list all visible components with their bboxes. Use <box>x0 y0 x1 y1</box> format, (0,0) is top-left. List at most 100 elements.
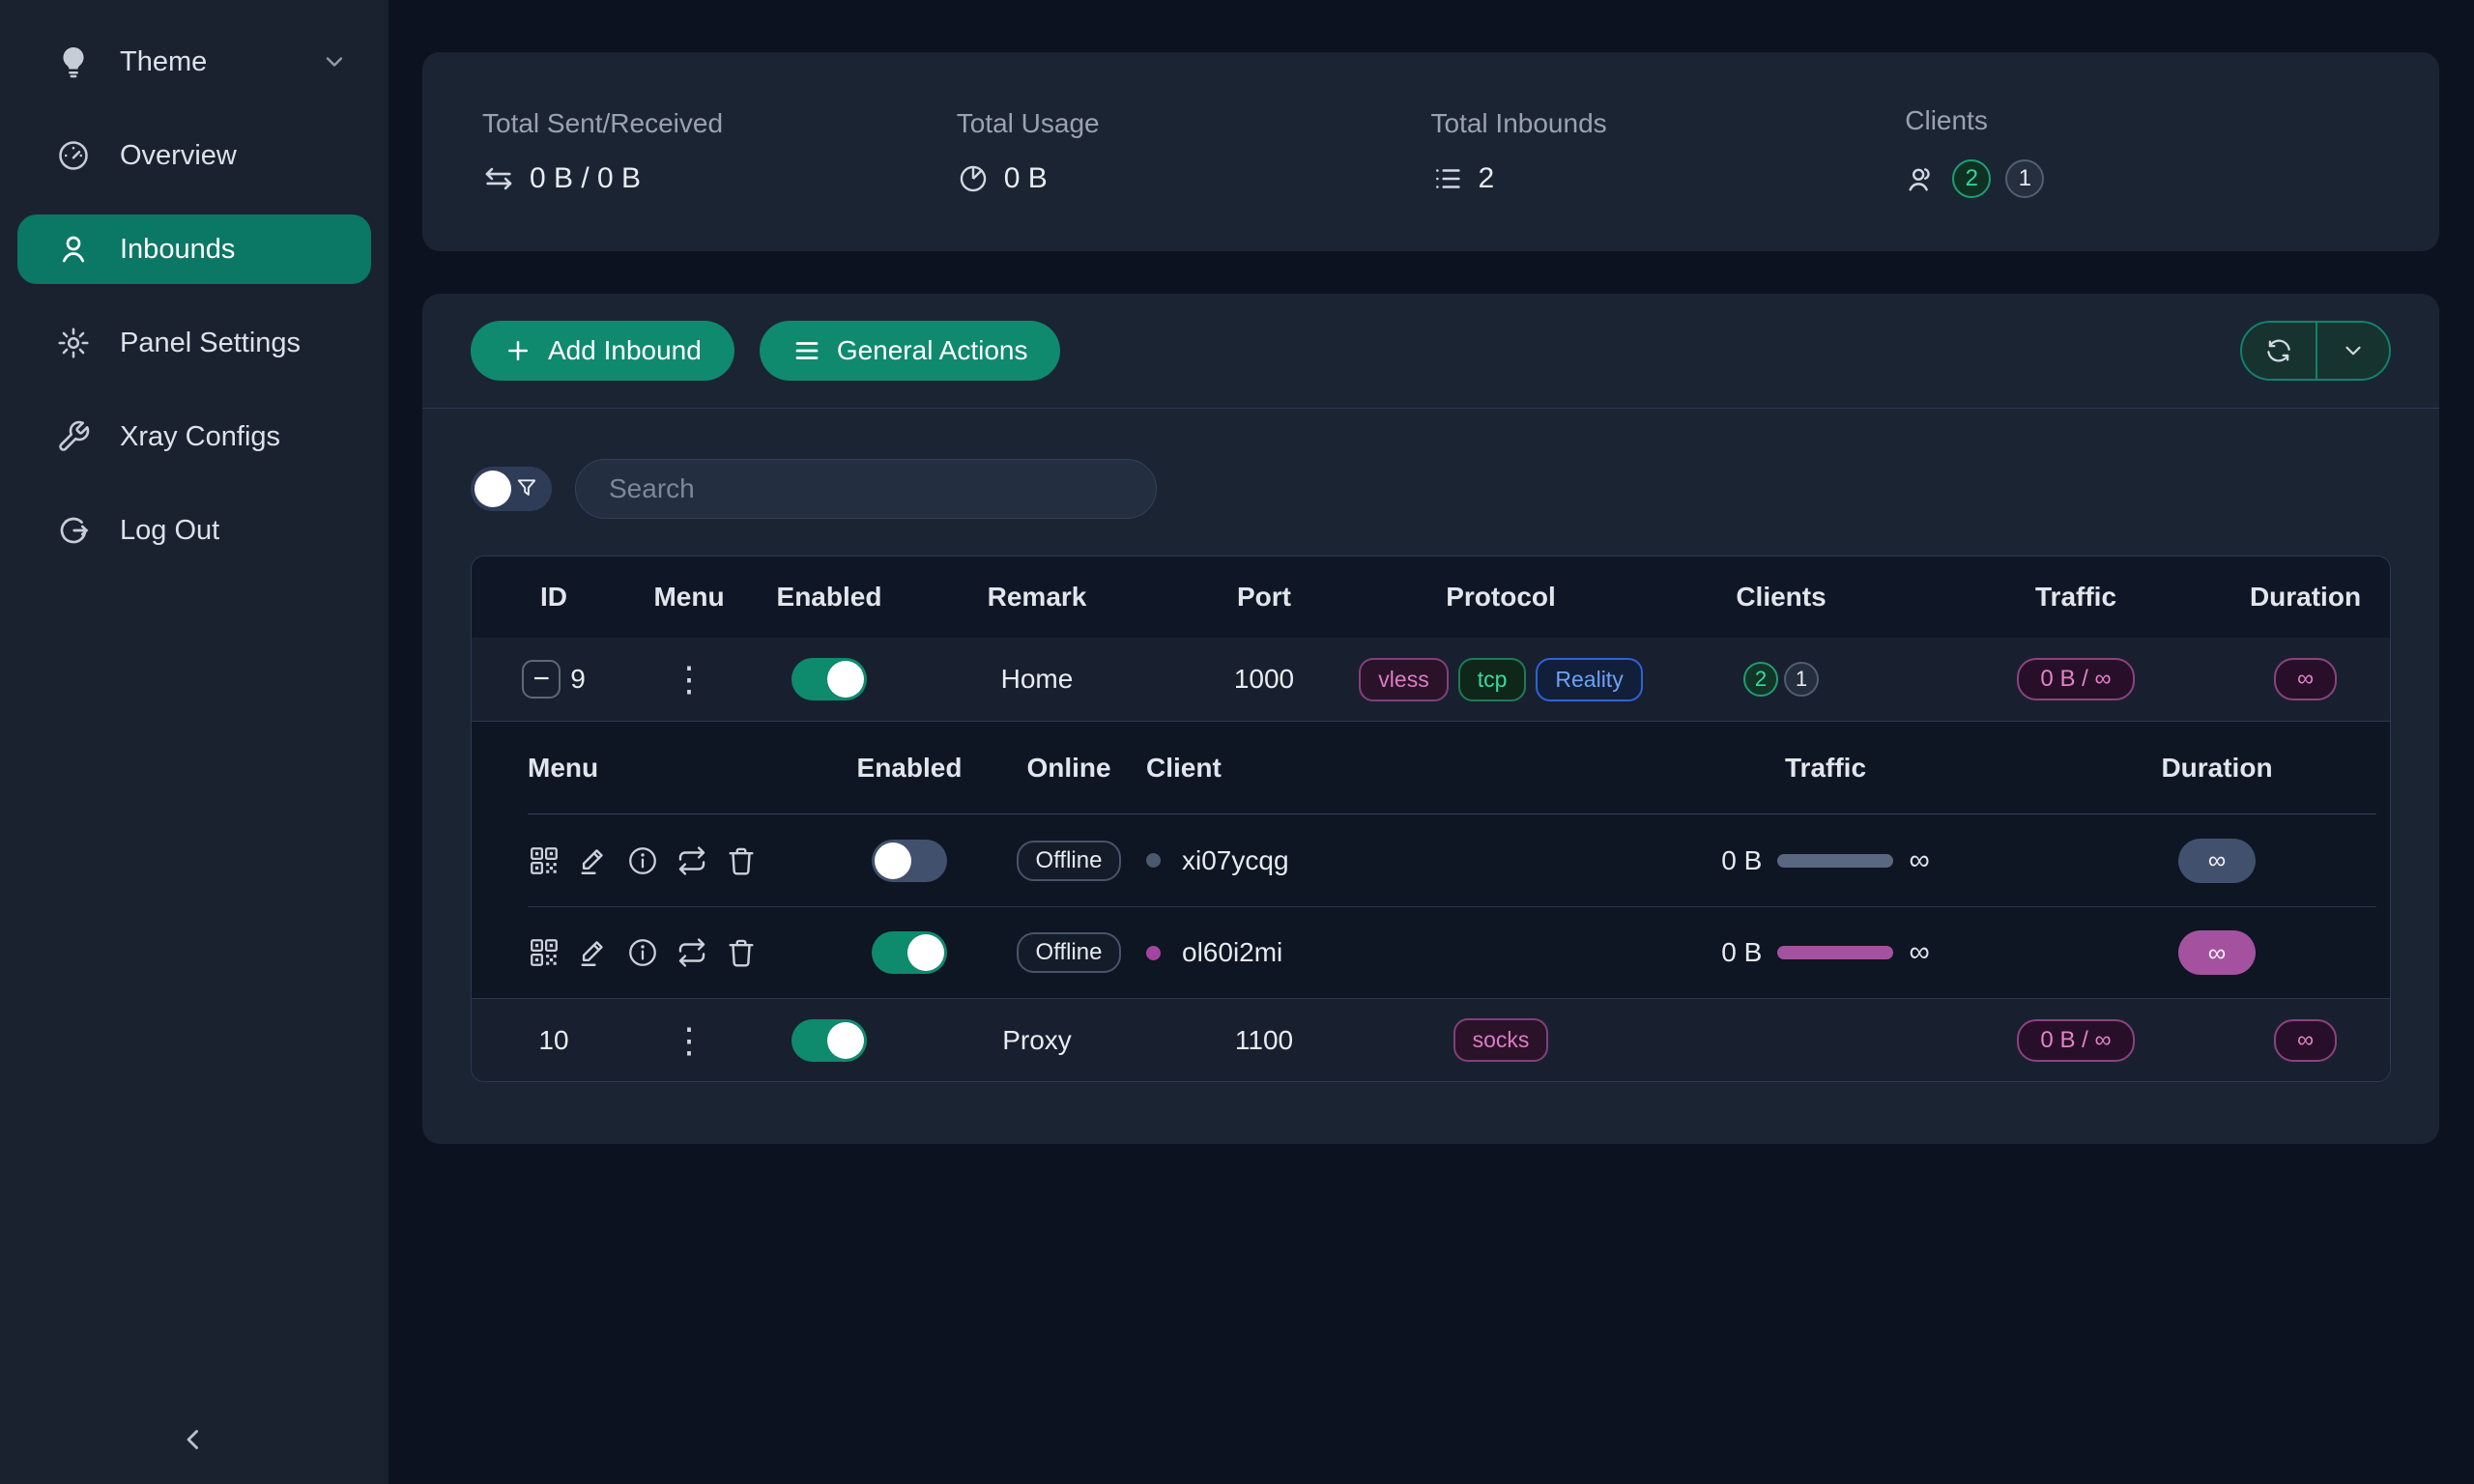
info-icon[interactable] <box>626 936 659 969</box>
sidebar-item-logout[interactable]: Log Out <box>17 496 371 565</box>
sidebar-item-label: Theme <box>120 46 207 78</box>
subcolumn-header-online: Online <box>992 753 1146 784</box>
row-traffic-pill: 0 B / ∞ <box>2017 1019 2134 1062</box>
search-row <box>422 409 2439 556</box>
edit-pencil-icon[interactable] <box>577 844 610 877</box>
sidebar-nav: Theme Overview Inbounds Panel Settings <box>0 0 388 565</box>
protocol-tag: socks <box>1453 1018 1549 1062</box>
reset-traffic-icon[interactable] <box>676 844 708 877</box>
pie-chart-icon <box>957 162 990 195</box>
sidebar-item-label: Panel Settings <box>120 328 301 359</box>
sidebar: Theme Overview Inbounds Panel Settings <box>0 0 388 1484</box>
trash-icon[interactable] <box>725 844 758 877</box>
row-remark: Proxy <box>916 1025 1158 1056</box>
row-menu-button[interactable]: ⋮ <box>672 662 706 697</box>
stat-label: Total Usage <box>957 108 1431 139</box>
users-icon <box>1905 162 1938 195</box>
stat-total-usage: Total Usage 0 B <box>957 108 1431 195</box>
stat-label: Total Inbounds <box>1431 108 1906 139</box>
stats-card: Total Sent/Received 0 B / 0 B Total Usag… <box>422 52 2439 251</box>
row-port: 1100 <box>1158 1025 1370 1056</box>
client-row: Offline xi07ycqg 0 B ∞ ∞ <box>528 814 2376 906</box>
protocol-tag: tcp <box>1458 658 1527 701</box>
list-icon <box>1431 162 1464 195</box>
clients-total-badge: 1 <box>2005 159 2044 198</box>
chevron-down-icon <box>321 48 348 75</box>
refresh-button[interactable] <box>2242 323 2316 379</box>
client-duration-pill: ∞ <box>2178 930 2256 975</box>
sidebar-item-panel-settings[interactable]: Panel Settings <box>17 308 371 378</box>
stat-total-sent-received: Total Sent/Received 0 B / 0 B <box>482 108 957 195</box>
sidebar-item-inbounds[interactable]: Inbounds <box>17 214 371 284</box>
column-header-enabled: Enabled <box>742 582 916 613</box>
table-row: − 9 ⋮ Home 1000 vless tcp Reality 2 <box>472 638 2390 721</box>
stat-label: Clients <box>1905 105 2379 136</box>
toolbar: Add Inbound General Actions <box>422 294 2439 409</box>
protocol-tag: Reality <box>1536 658 1642 701</box>
column-header-protocol: Protocol <box>1370 582 1631 613</box>
search-input[interactable] <box>575 459 1157 519</box>
client-duration-pill: ∞ <box>2178 839 2256 883</box>
row-port: 1000 <box>1158 664 1370 695</box>
client-enabled-toggle[interactable] <box>872 931 947 974</box>
row-id: 9 <box>570 664 586 695</box>
lightbulb-icon <box>56 44 91 79</box>
stat-value: 0 B / 0 B <box>530 162 641 195</box>
sidebar-item-xray-configs[interactable]: Xray Configs <box>17 402 371 471</box>
protocol-tag: vless <box>1359 658 1448 701</box>
client-enabled-toggle[interactable] <box>872 840 947 882</box>
subcolumn-header-duration: Duration <box>2057 753 2376 784</box>
edit-pencil-icon[interactable] <box>577 936 610 969</box>
refresh-dropdown-button[interactable] <box>2316 323 2389 379</box>
row-collapse-button[interactable]: − <box>522 660 561 699</box>
reset-traffic-icon[interactable] <box>676 936 708 969</box>
info-icon[interactable] <box>626 844 659 877</box>
traffic-progress-bar <box>1777 854 1893 868</box>
column-header-menu: Menu <box>636 582 742 613</box>
sidebar-item-label: Log Out <box>120 515 219 547</box>
qr-code-icon[interactable] <box>528 936 561 969</box>
row-menu-button[interactable]: ⋮ <box>672 1023 706 1058</box>
qr-code-icon[interactable] <box>528 844 561 877</box>
client-color-dot <box>1146 853 1161 868</box>
column-header-duration: Duration <box>2221 582 2390 613</box>
table-header-row: ID Menu Enabled Remark Port Protocol Cli… <box>472 556 2390 638</box>
client-row: Offline ol60i2mi 0 B ∞ ∞ <box>528 906 2376 998</box>
row-enabled-toggle[interactable] <box>791 1019 867 1062</box>
stat-value: 0 B <box>1004 162 1048 195</box>
hamburger-menu-icon <box>792 336 821 365</box>
row-clients-total-badge: 1 <box>1784 662 1819 697</box>
row-duration-pill: ∞ <box>2274 658 2337 700</box>
wrench-icon <box>56 419 91 454</box>
clients-online-badge: 2 <box>1952 159 1991 198</box>
transfer-arrows-icon <box>482 162 515 195</box>
general-actions-button[interactable]: General Actions <box>760 321 1061 381</box>
subcolumn-header-client: Client <box>1146 753 1594 784</box>
row-enabled-toggle[interactable] <box>791 658 867 700</box>
plus-icon <box>503 336 532 365</box>
client-color-dot <box>1146 946 1161 960</box>
stat-value: 2 <box>1479 162 1495 195</box>
clients-subpanel: Menu Enabled Online Client Traffic Durat… <box>472 721 2390 998</box>
subcolumn-header-enabled: Enabled <box>827 753 992 784</box>
sidebar-item-overview[interactable]: Overview <box>17 121 371 190</box>
sidebar-item-theme[interactable]: Theme <box>17 27 371 97</box>
user-icon <box>56 232 91 267</box>
refresh-button-group <box>2240 321 2391 381</box>
subcolumn-header-menu: Menu <box>528 753 827 784</box>
gear-icon <box>56 326 91 360</box>
client-traffic-cap: ∞ <box>1909 844 1929 877</box>
sidebar-item-label: Overview <box>120 140 237 172</box>
add-inbound-button[interactable]: Add Inbound <box>471 321 734 381</box>
stat-label: Total Sent/Received <box>482 108 957 139</box>
client-name: xi07ycqg <box>1182 845 1289 876</box>
filter-toggle[interactable] <box>471 467 552 511</box>
toggle-knob <box>475 471 511 507</box>
chevron-left-icon <box>177 1423 210 1456</box>
trash-icon[interactable] <box>725 936 758 969</box>
inbounds-panel: Add Inbound General Actions <box>422 294 2439 1144</box>
gauge-icon <box>56 138 91 173</box>
stat-total-inbounds: Total Inbounds 2 <box>1431 108 1906 195</box>
sidebar-collapse-button[interactable] <box>162 1411 224 1469</box>
column-header-clients: Clients <box>1631 582 1931 613</box>
